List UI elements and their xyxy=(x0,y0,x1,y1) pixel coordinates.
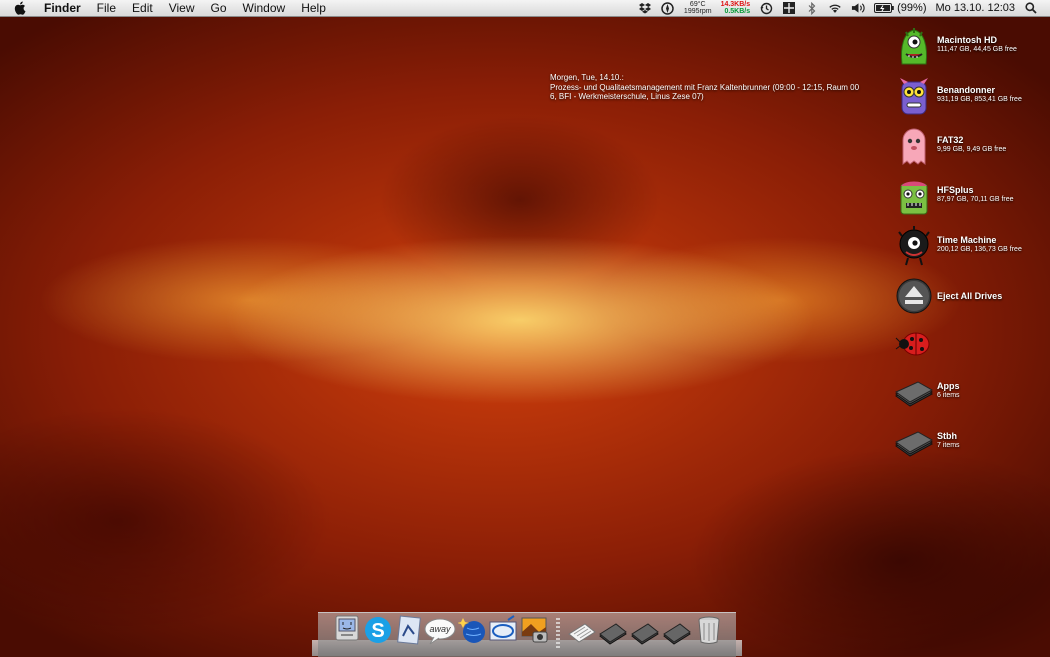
desktop-item-info: 111,47 GB, 44,45 GB free xyxy=(937,46,1017,53)
calendar-note: Morgen, Tue, 14.10.: Prozess- und Qualit… xyxy=(550,73,870,102)
menu-bar: Finder File Edit View Go Window Help 69°… xyxy=(0,0,1050,17)
desktop-item-name: Macintosh HD xyxy=(937,35,998,45)
dock-mail[interactable] xyxy=(488,614,518,646)
dock-separator xyxy=(556,618,560,648)
volume-icon[interactable] xyxy=(851,1,865,15)
desktop-item-time-machine[interactable]: Time Machine 200,12 GB, 136,73 GB free xyxy=(892,224,1047,268)
net-down-text: 0.5KB/s xyxy=(724,8,751,15)
battery-icon xyxy=(874,3,894,13)
clock[interactable]: Mo 13.10. 12:03 xyxy=(935,2,1015,14)
calendar-line-2: Prozess- und Qualitaetsmanagement mit Fr… xyxy=(550,82,860,92)
mail-icon xyxy=(489,615,517,641)
desktop-item-stbh[interactable]: Stbh 7 items xyxy=(892,420,1047,464)
preview-icon xyxy=(397,615,421,645)
desktop-item-name: Benandonner xyxy=(937,85,996,95)
menu-view[interactable]: View xyxy=(161,0,203,16)
eject-icon xyxy=(896,278,932,314)
network-throughput[interactable]: 14.3KB/s 0.5KB/s xyxy=(721,1,751,15)
adium-icon: away xyxy=(424,618,456,645)
desktop-item-info: 931,19 GB, 853,41 GB free xyxy=(937,96,1022,103)
dock-stack-3[interactable] xyxy=(662,614,692,646)
desktop-item-macintosh-hd[interactable]: Macintosh HD 111,47 GB, 44,45 GB free xyxy=(892,24,1047,68)
time-machine-icon[interactable] xyxy=(759,1,773,15)
compass-icon[interactable] xyxy=(661,1,675,15)
dock-iphoto[interactable] xyxy=(519,614,549,646)
dock-browser[interactable] xyxy=(457,614,488,646)
calendar-line-3: 6, BFI - Werkmeisterschule, Linus Zese 0… xyxy=(550,92,704,101)
dock-adium[interactable]: away xyxy=(424,614,456,646)
dock-trash[interactable] xyxy=(694,614,724,646)
green-box-monster-drive-icon xyxy=(900,181,928,215)
desktop-item-info: 7 items xyxy=(937,442,960,449)
dock-stack-2[interactable] xyxy=(630,614,660,646)
pink-ghost-drive-icon xyxy=(902,128,926,165)
desktop-item-benandonner[interactable]: Benandonner 931,19 GB, 853,41 GB free xyxy=(892,74,1047,118)
desktop-item-name: Stbh xyxy=(937,431,957,441)
desktop-item-name: Apps xyxy=(937,381,960,391)
menu-help[interactable]: Help xyxy=(293,0,334,16)
menu-file[interactable]: File xyxy=(89,0,124,16)
skype-icon: S xyxy=(365,617,391,643)
desktop-item-info: 200,12 GB, 136,73 GB free xyxy=(937,246,1022,253)
dock-finder[interactable] xyxy=(332,614,362,646)
menu-go[interactable]: Go xyxy=(203,0,235,16)
dock-documents[interactable] xyxy=(567,614,597,646)
desktop-item-name: Eject All Drives xyxy=(937,291,1003,301)
desktop-item-name: Time Machine xyxy=(937,235,997,245)
svg-text:S: S xyxy=(371,620,384,642)
stack-icon xyxy=(599,623,627,645)
spotlight-icon[interactable] xyxy=(1024,1,1038,15)
cpu-temp-readout[interactable]: 69°C 1995rpm xyxy=(684,1,712,15)
browser-globe-icon xyxy=(457,618,485,643)
temperature-text: 69°C xyxy=(689,1,706,8)
stack-icon xyxy=(631,623,659,645)
fan-speed-text: 1995rpm xyxy=(683,8,712,15)
dock-skype[interactable]: S xyxy=(363,614,393,646)
black-monster-drive-icon xyxy=(898,226,930,266)
menu-window[interactable]: Window xyxy=(235,0,294,16)
apple-menu-icon[interactable] xyxy=(12,0,28,16)
battery-percent-text: (99%) xyxy=(897,2,927,14)
menu-edit[interactable]: Edit xyxy=(124,0,161,16)
dropbox-icon[interactable] xyxy=(638,1,652,15)
desktop-item-ladybug[interactable] xyxy=(892,322,1047,366)
folder-stack-icon xyxy=(895,381,934,407)
desktop-item-eject-all-drives[interactable]: Eject All Drives xyxy=(892,274,1047,318)
finder-icon xyxy=(335,615,359,641)
wifi-icon[interactable] xyxy=(828,1,842,15)
desktop-item-fat32[interactable]: FAT32 9,99 GB, 9,49 GB free xyxy=(892,124,1047,168)
desktop-item-info: 87,97 GB, 70,11 GB free xyxy=(937,196,1014,203)
desktop-item-hfsplus[interactable]: HFSplus 87,97 GB, 70,11 GB free xyxy=(892,174,1047,218)
folder-stack-icon xyxy=(895,431,934,457)
iphoto-icon xyxy=(521,617,548,643)
bluetooth-icon[interactable] xyxy=(805,1,819,15)
net-up-text: 14.3KB/s xyxy=(720,1,751,8)
trash-icon xyxy=(698,616,720,644)
stack-icon xyxy=(663,623,691,645)
dock-preview[interactable] xyxy=(394,614,424,646)
desktop-item-apps[interactable]: Apps 6 items xyxy=(892,370,1047,414)
calendar-line-1: Morgen, Tue, 14.10.: xyxy=(550,73,624,82)
documents-icon xyxy=(568,623,596,643)
dock-stack-1[interactable] xyxy=(598,614,628,646)
desktop-item-info: 6 items xyxy=(937,392,960,399)
desktop-item-name: FAT32 xyxy=(937,135,964,145)
svg-text:away: away xyxy=(429,624,451,634)
desktop-item-name: HFSplus xyxy=(937,185,974,195)
puzzle-icon[interactable] xyxy=(782,1,796,15)
ladybug-icon xyxy=(895,332,930,356)
battery-status[interactable]: (99%) xyxy=(874,2,926,14)
green-monster-drive-icon xyxy=(901,28,927,65)
status-area: 69°C 1995rpm 14.3KB/s 0.5KB/s (99%) Mo 1… xyxy=(638,0,1050,16)
purple-monster-drive-icon xyxy=(900,78,928,115)
menu-app-finder[interactable]: Finder xyxy=(36,0,89,16)
desktop-item-info: 9,99 GB, 9,49 GB free xyxy=(937,146,1007,153)
